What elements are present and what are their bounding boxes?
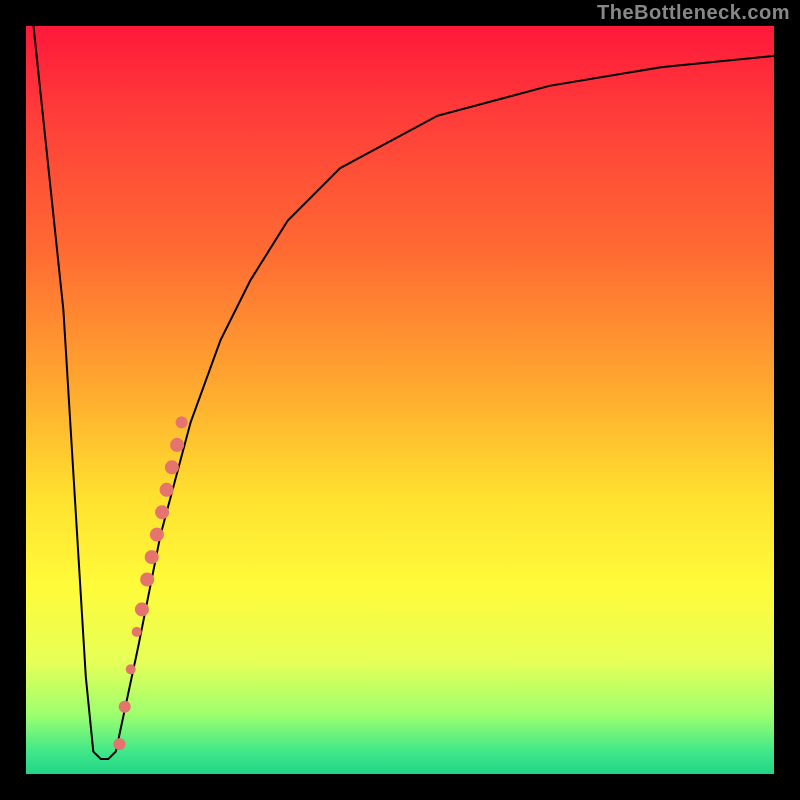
data-point	[114, 738, 126, 750]
data-point	[170, 438, 184, 452]
data-points	[114, 416, 188, 750]
attribution-label: TheBottleneck.com	[597, 2, 790, 25]
data-point	[160, 483, 174, 497]
chart-frame: TheBottleneck.com	[0, 0, 800, 800]
data-point	[165, 460, 179, 474]
data-point	[132, 627, 142, 637]
chart-svg	[26, 26, 774, 774]
data-point	[140, 573, 154, 587]
bottleneck-curve	[34, 26, 775, 759]
data-point	[145, 550, 159, 564]
data-point	[150, 528, 164, 542]
data-point	[119, 701, 131, 713]
data-point	[135, 602, 149, 616]
data-point	[176, 416, 188, 428]
data-point	[155, 505, 169, 519]
data-point	[126, 664, 136, 674]
plot-area	[26, 26, 774, 774]
